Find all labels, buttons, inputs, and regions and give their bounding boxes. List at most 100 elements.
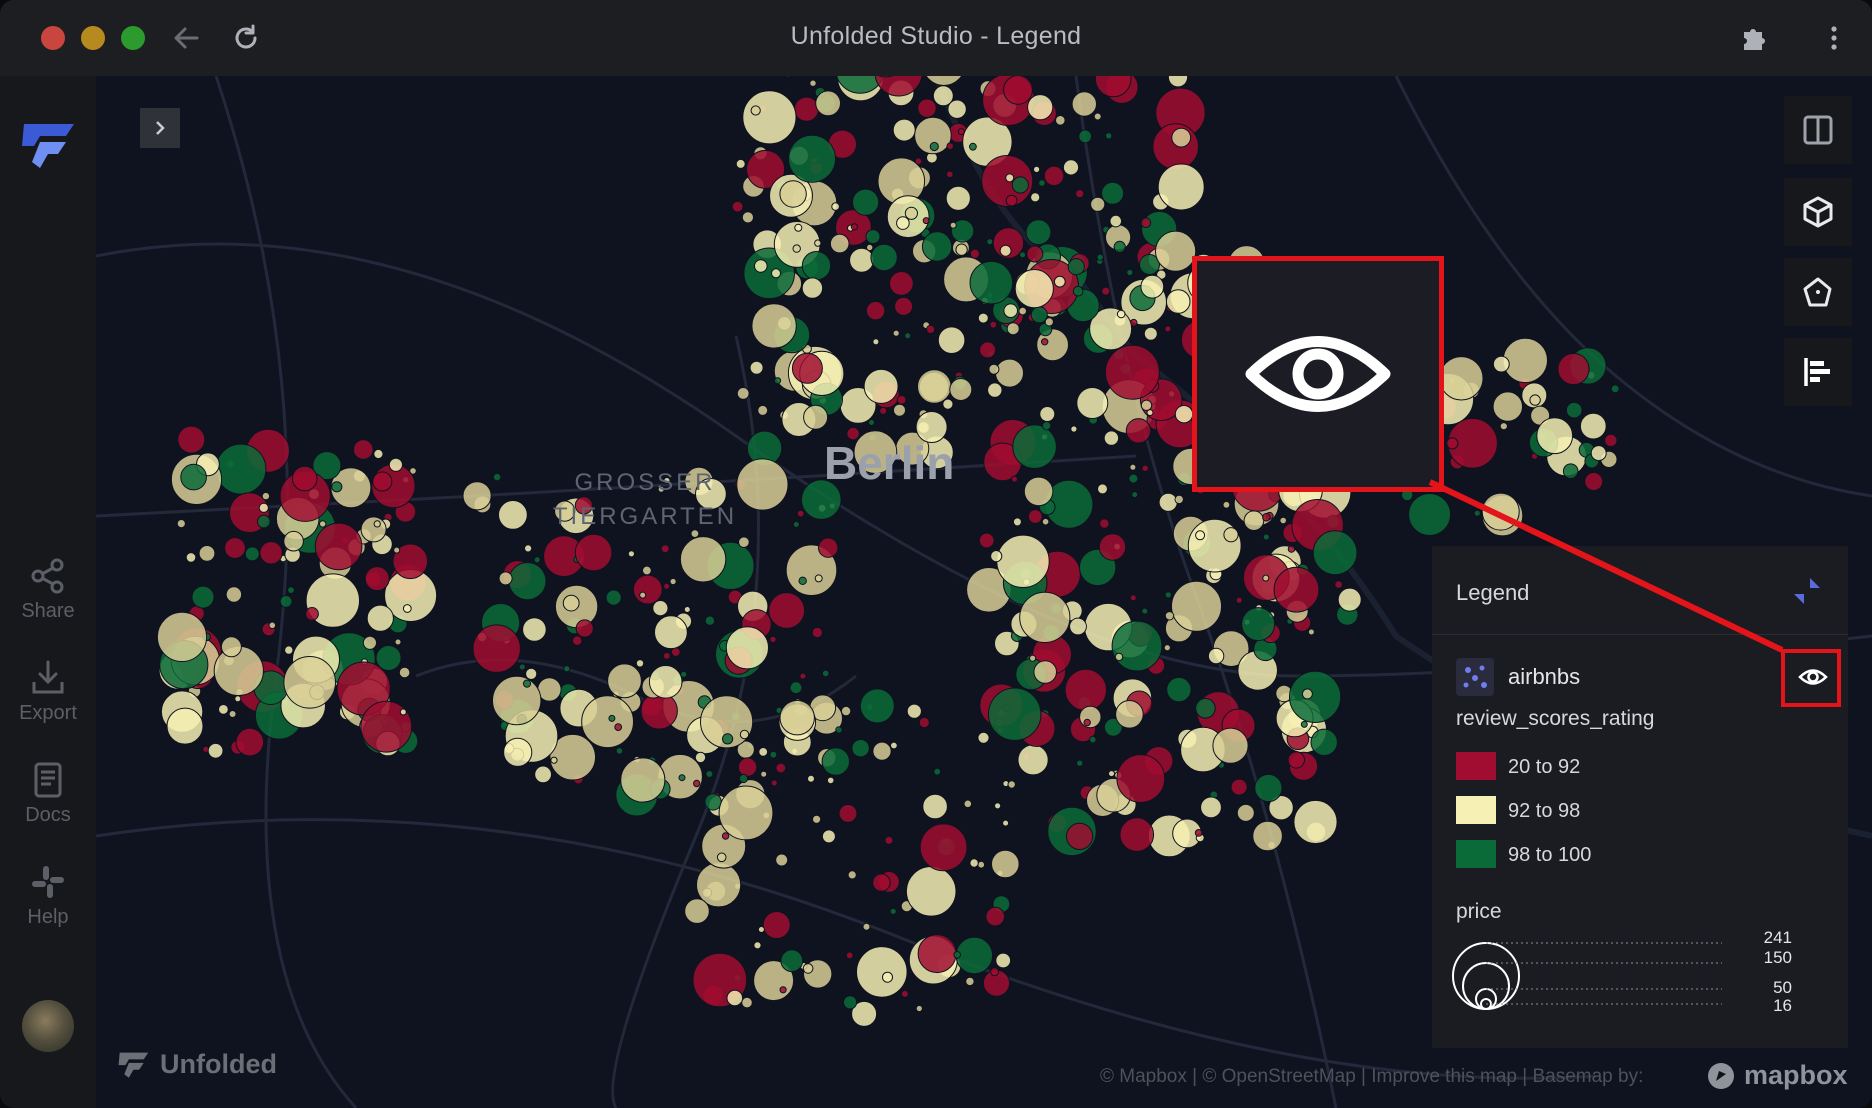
map-point <box>1195 530 1206 541</box>
map-point <box>955 243 968 256</box>
docs-button[interactable]: Docs <box>0 760 96 827</box>
map-point <box>865 301 886 321</box>
map-point <box>815 90 841 117</box>
map-point <box>872 873 891 892</box>
slack-icon <box>32 866 64 898</box>
map-point <box>926 324 936 334</box>
map-point <box>1012 517 1022 527</box>
map-point <box>388 457 403 472</box>
size-value-1: 241 <box>1763 928 1792 947</box>
export-icon <box>32 660 64 694</box>
map-point <box>180 463 207 491</box>
size-field-label: price <box>1456 900 1502 923</box>
map-point <box>1473 509 1481 517</box>
map-point <box>741 996 753 1009</box>
map-point <box>933 767 942 776</box>
map-point <box>1116 754 1166 803</box>
legend-toggle-button[interactable] <box>1784 338 1852 406</box>
eye-icon <box>1245 336 1391 412</box>
split-map-button[interactable] <box>1784 96 1852 164</box>
map-point <box>1104 344 1160 400</box>
map-point <box>1307 628 1315 636</box>
collapse-legend-icon[interactable] <box>1790 574 1824 608</box>
map-point <box>1241 607 1276 642</box>
map-point <box>742 90 797 145</box>
map-point <box>1492 391 1524 422</box>
map-point <box>185 552 197 563</box>
map-point <box>799 672 807 680</box>
map-point <box>1075 189 1085 199</box>
menu-button[interactable] <box>1816 20 1852 56</box>
map-point <box>581 695 635 749</box>
map-point <box>925 76 963 86</box>
map-point <box>1043 165 1065 187</box>
map-point <box>890 741 898 750</box>
map-point <box>632 574 663 605</box>
3d-view-button[interactable] <box>1784 178 1852 246</box>
draw-on-map-button[interactable] <box>1784 258 1852 326</box>
map-point <box>906 703 922 719</box>
map-point <box>522 617 547 642</box>
map-point <box>872 338 880 346</box>
export-button[interactable]: Export <box>0 658 96 725</box>
map-point <box>775 853 789 867</box>
legend-panel: Legend airbnbs review_scores_rating 20 t… <box>1432 546 1848 1048</box>
map-point <box>852 188 880 216</box>
map-point <box>1171 580 1222 632</box>
map-point <box>1119 817 1155 852</box>
map-point <box>1604 433 1618 448</box>
map-point <box>1222 500 1231 509</box>
map-point <box>305 607 319 621</box>
help-button[interactable]: Help <box>0 862 96 929</box>
expand-panel-button[interactable] <box>140 108 180 148</box>
map-point <box>1174 405 1194 424</box>
share-icon <box>31 558 64 594</box>
map-point <box>220 636 242 658</box>
map-point <box>946 170 954 179</box>
map-point <box>1143 326 1158 341</box>
map-point <box>1171 127 1192 148</box>
map-point <box>1536 417 1574 455</box>
map-point <box>995 358 1024 388</box>
map-point <box>1002 819 1010 827</box>
map-point <box>798 576 807 585</box>
docs-icon <box>34 762 62 798</box>
map-attribution[interactable]: © Mapbox | © OpenStreetMap | Improve thi… <box>1100 1066 1643 1088</box>
map-point <box>1111 620 1163 672</box>
map-point <box>176 519 186 529</box>
map-point <box>796 509 805 518</box>
map-point <box>1223 527 1239 543</box>
map-point <box>779 180 807 208</box>
map-point <box>1166 676 1192 703</box>
map-point <box>1492 355 1510 373</box>
map-point <box>918 716 930 729</box>
map-point <box>814 574 823 583</box>
map-point <box>562 594 580 612</box>
map-point <box>769 635 777 644</box>
map-point <box>789 681 803 695</box>
user-avatar[interactable] <box>22 1000 74 1052</box>
map-point <box>366 604 394 632</box>
map-point <box>572 635 583 646</box>
map-point <box>550 756 558 764</box>
share-button[interactable]: Share <box>0 556 96 623</box>
map-point <box>889 271 914 296</box>
map-point <box>156 611 208 663</box>
map-point <box>977 312 989 324</box>
size-value-4: 16 <box>1773 996 1792 1015</box>
extensions-button[interactable] <box>1736 20 1772 56</box>
map-point <box>955 936 994 975</box>
map-point <box>1243 510 1265 532</box>
map-point <box>929 141 939 152</box>
map-point <box>1165 289 1191 314</box>
title-bar: Unfolded Studio - Legend <box>0 0 1872 76</box>
map-point <box>1287 545 1296 553</box>
map-point <box>1116 309 1126 319</box>
map-point <box>1529 394 1541 406</box>
map-point <box>921 231 953 262</box>
share-label: Share <box>21 600 75 622</box>
map-point <box>915 1004 923 1013</box>
size-value-3: 50 <box>1773 978 1792 997</box>
map-point <box>1408 493 1452 536</box>
map-point <box>1105 132 1113 140</box>
